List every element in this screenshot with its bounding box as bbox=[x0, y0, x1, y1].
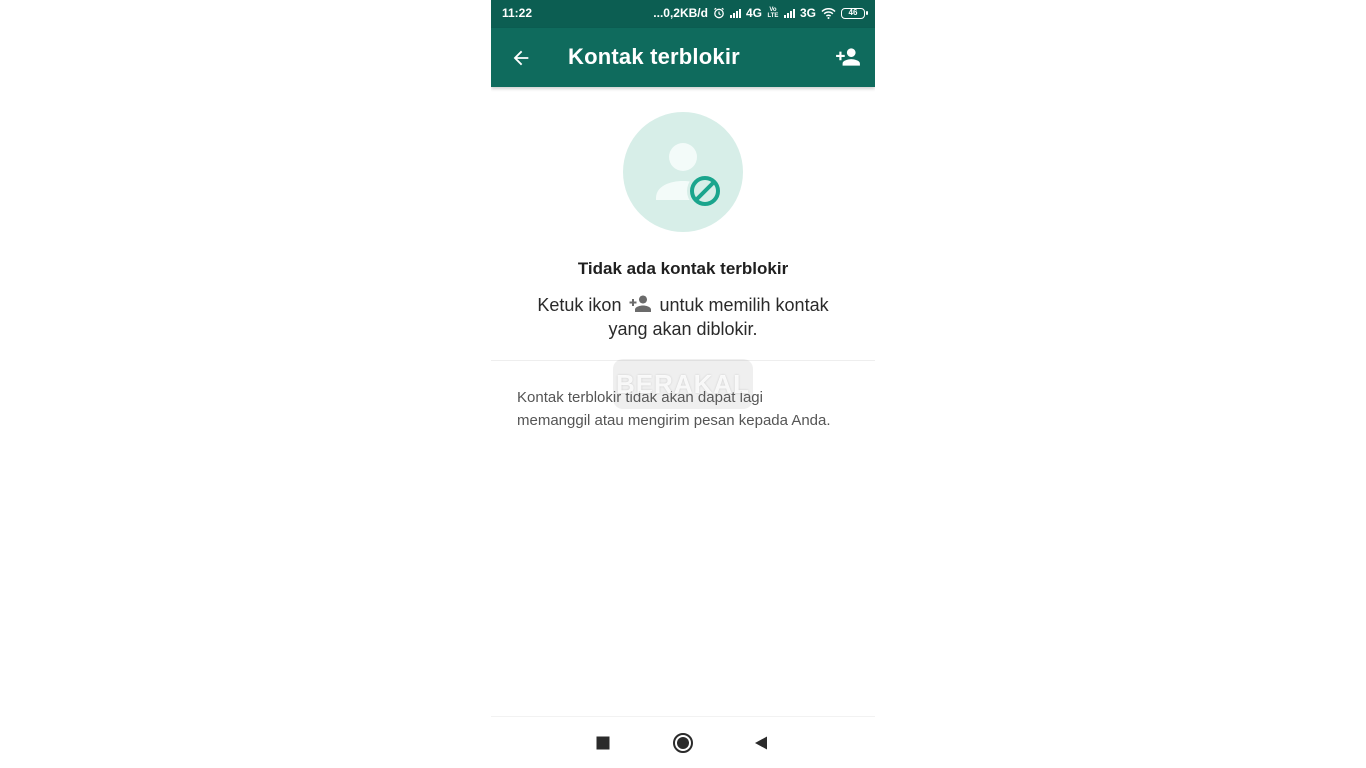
hint-text-after: untuk memilih kontak bbox=[659, 295, 829, 315]
network-type-2: 3G bbox=[799, 6, 816, 20]
status-icons: ...0,2KB/d 4G Vo LTE 3G 46 bbox=[653, 6, 868, 20]
status-bar: 11:22 ...0,2KB/d 4G Vo LTE 3G 46 bbox=[491, 0, 875, 28]
square-icon bbox=[596, 736, 610, 750]
nav-back-button[interactable] bbox=[749, 731, 773, 755]
wifi-icon bbox=[821, 7, 836, 19]
page-title: Kontak terblokir bbox=[568, 44, 740, 69]
recents-button[interactable] bbox=[591, 731, 615, 755]
signal-icon-2 bbox=[783, 8, 795, 18]
battery-icon: 46 bbox=[841, 7, 868, 19]
person-add-icon bbox=[836, 48, 860, 66]
hint-text-before: Ketuk ikon bbox=[537, 295, 622, 315]
empty-state-title: Tidak ada kontak terblokir bbox=[577, 259, 789, 278]
phone-screen: 11:22 ...0,2KB/d 4G Vo LTE 3G 46 Kontak … bbox=[491, 0, 875, 768]
signal-icon bbox=[729, 8, 741, 18]
add-blocked-contact-button[interactable] bbox=[833, 42, 863, 72]
empty-state-hint: Ketuk ikon untuk memilih kontak yang aka… bbox=[491, 294, 875, 340]
network-speed: ...0,2KB/d bbox=[653, 6, 708, 20]
person-add-icon bbox=[628, 294, 652, 319]
back-button[interactable] bbox=[507, 44, 535, 72]
volte-badge: Vo LTE bbox=[767, 7, 779, 19]
watermark: BERAKAL bbox=[613, 359, 753, 409]
info-line-2: memanggil atau mengirim pesan kepada And… bbox=[517, 412, 831, 429]
home-button[interactable] bbox=[671, 731, 695, 755]
hint-text-line2: yang akan diblokir. bbox=[608, 319, 758, 339]
blocked-contact-icon bbox=[623, 112, 743, 232]
circle-icon bbox=[673, 733, 693, 753]
battery-level: 46 bbox=[848, 8, 858, 17]
triangle-back-icon bbox=[755, 736, 767, 750]
arrow-left-icon bbox=[513, 50, 529, 66]
navigation-bar bbox=[491, 717, 875, 768]
network-type-1: 4G bbox=[745, 6, 762, 20]
alarm-icon bbox=[713, 7, 725, 19]
app-bar: Kontak terblokir bbox=[491, 28, 875, 87]
status-time: 11:22 bbox=[502, 6, 533, 20]
